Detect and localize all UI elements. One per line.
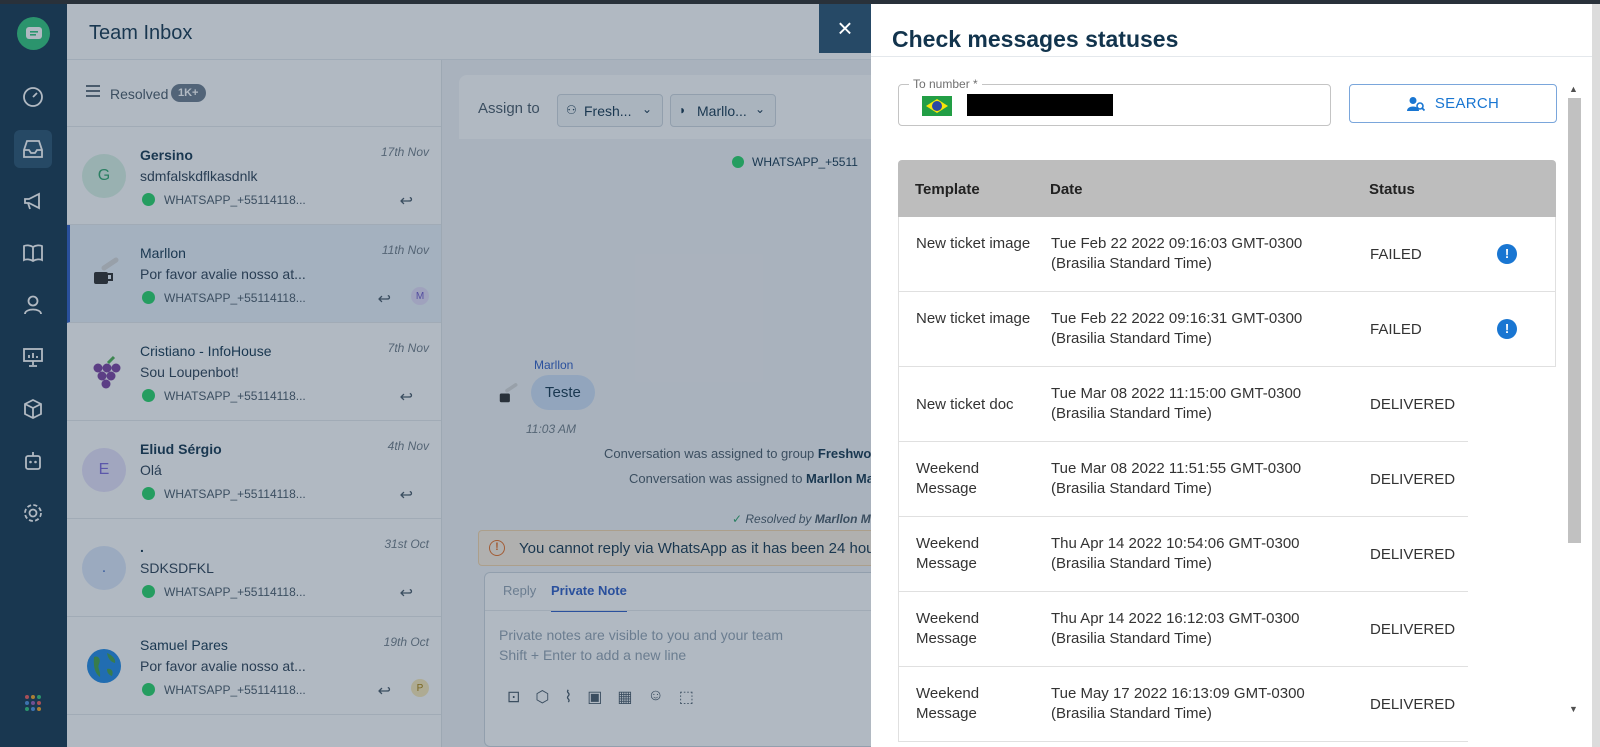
window-edge [1592, 4, 1600, 747]
cell-status: DELIVERED [1370, 621, 1456, 638]
column-header-date: Date [1050, 181, 1083, 198]
cell-template: New ticket image [916, 310, 1031, 327]
cell-status: FAILED [1370, 321, 1422, 338]
cell-template: New ticket image [916, 235, 1031, 252]
modal-divider [871, 56, 1600, 57]
cell-template: Weekend Message [916, 685, 980, 722]
alert-icon[interactable]: ! [1497, 319, 1517, 339]
cell-date: Tue Feb 22 2022 09:16:31 GMT-0300 (Brasi… [1051, 310, 1303, 347]
cell-status: FAILED [1370, 246, 1422, 263]
alert-icon[interactable]: ! [1497, 244, 1517, 264]
cell-date: Tue Mar 08 2022 11:51:55 GMT-0300 (Brasi… [1051, 460, 1302, 497]
table-row: New ticket image Tue Feb 22 2022 09:16:0… [898, 217, 1556, 292]
cell-status: DELIVERED [1370, 546, 1456, 563]
cell-date: Tue Feb 22 2022 09:16:03 GMT-0300 (Brasi… [1051, 235, 1303, 272]
scroll-up-arrow-icon[interactable]: ▲ [1569, 84, 1578, 94]
cell-template: Weekend Message [916, 535, 980, 572]
status-table: Template Date Status New ticket image Tu… [898, 160, 1556, 747]
column-header-status: Status [1369, 181, 1415, 198]
column-header-template: Template [915, 181, 980, 198]
cell-status: DELIVERED [1370, 471, 1456, 488]
modal-scrollbar[interactable]: ▲ ▼ [1565, 82, 1581, 747]
scroll-down-arrow-icon[interactable]: ▼ [1569, 704, 1578, 714]
table-row: Weekend Message Thu Apr 14 2022 10:54:06… [898, 517, 1468, 592]
scrollbar-thumb[interactable] [1568, 98, 1581, 543]
to-number-field[interactable]: To number * [898, 77, 1331, 126]
table-row: Weekend Message Tue Mar 08 2022 11:51:55… [898, 442, 1468, 517]
cell-date: Tue Mar 08 2022 11:15:00 GMT-0300 (Brasi… [1051, 385, 1302, 422]
table-row: New ticket image Tue Feb 22 2022 09:16:3… [898, 292, 1556, 367]
search-button[interactable]: SEARCH [1349, 84, 1557, 123]
close-button[interactable]: × [819, 4, 871, 53]
cell-date: Thu Apr 14 2022 10:54:06 GMT-0300 (Brasi… [1051, 535, 1300, 572]
table-row: New ticket doc Tue Mar 08 2022 11:15:00 … [898, 367, 1468, 442]
user-search-icon [1406, 96, 1425, 111]
cell-date: Tue May 17 2022 16:13:09 GMT-0300 (Brasi… [1051, 685, 1305, 722]
cell-date: Thu Apr 14 2022 16:12:03 GMT-0300 (Brasi… [1051, 610, 1300, 647]
table-row: Weekend Message Tue May 17 2022 16:13:09… [898, 667, 1468, 742]
cell-template: New ticket doc [916, 396, 1014, 413]
to-number-label: To number * [909, 77, 982, 91]
brazil-flag-icon[interactable] [922, 96, 952, 116]
redacted-phone-number[interactable] [967, 94, 1113, 116]
cell-status: DELIVERED [1370, 696, 1456, 713]
cell-status: DELIVERED [1370, 396, 1456, 413]
table-header: Template Date Status [898, 160, 1556, 217]
modal-title: Check messages statuses [892, 26, 1179, 52]
message-status-modal: Check messages statuses To number * SEAR… [871, 4, 1600, 747]
table-row: Weekend Message Thu Apr 14 2022 16:12:03… [898, 592, 1468, 667]
cell-template: Weekend Message [916, 610, 980, 647]
search-button-label: SEARCH [1434, 95, 1500, 112]
cell-template: Weekend Message [916, 460, 980, 497]
